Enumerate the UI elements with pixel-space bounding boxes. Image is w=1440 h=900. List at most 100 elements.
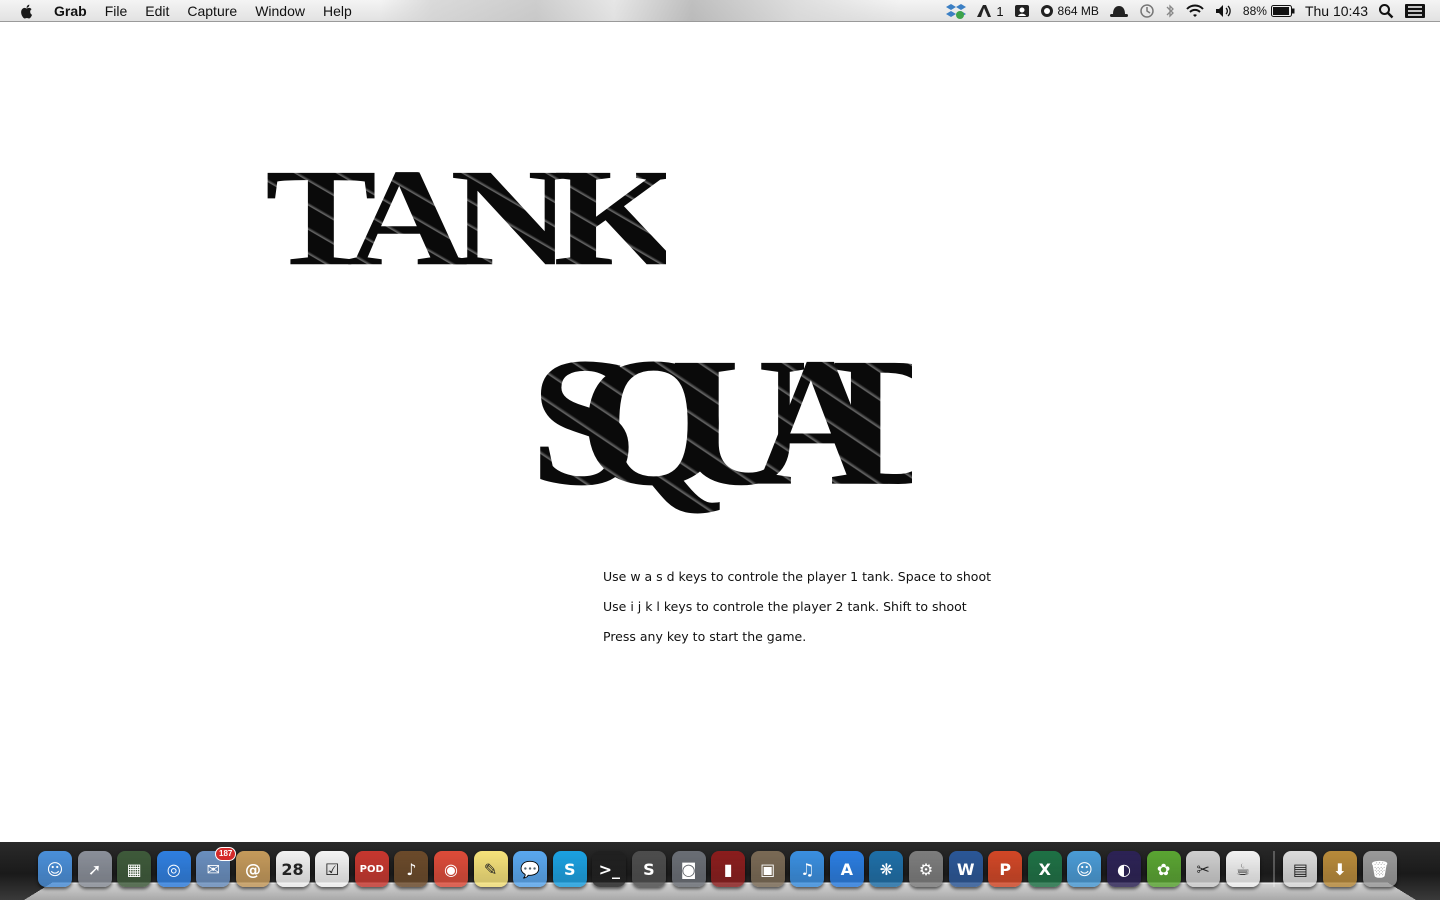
dock-separator bbox=[1273, 851, 1276, 887]
sublime-icon[interactable]: S bbox=[631, 851, 666, 887]
hat-icon[interactable] bbox=[1109, 4, 1129, 18]
memory-value: 864 MB bbox=[1057, 4, 1099, 18]
menu-capture[interactable]: Capture bbox=[187, 0, 237, 22]
java-glyph: ☕ bbox=[1235, 859, 1250, 879]
finder-glyph: ☺ bbox=[46, 859, 64, 879]
word-icon[interactable]: W bbox=[948, 851, 983, 887]
instruction-player2: Use i j k l keys to controle the player … bbox=[603, 599, 967, 614]
status-area: 1 864 MB 88% Thu 10:43 bbox=[936, 0, 1426, 22]
itunes-icon[interactable]: ♫ bbox=[790, 851, 825, 887]
trash-icon[interactable]: 🗑 bbox=[1362, 851, 1397, 887]
downloads-stack-glyph: ⬇ bbox=[1333, 859, 1347, 879]
excel-glyph: X bbox=[1038, 859, 1052, 879]
powerpoint-icon[interactable]: P bbox=[988, 851, 1023, 887]
garageband-icon[interactable]: ♪ bbox=[394, 851, 429, 887]
spotlight-search-icon[interactable] bbox=[1378, 3, 1394, 19]
powerpoint-glyph: P bbox=[999, 859, 1012, 879]
safari-icon[interactable]: ◎ bbox=[156, 851, 191, 887]
utilities-icon[interactable]: ✂ bbox=[1186, 851, 1221, 887]
java-icon[interactable]: ☕ bbox=[1225, 851, 1260, 887]
skype-glyph: S bbox=[563, 859, 576, 879]
battery-percent: 88% bbox=[1242, 4, 1267, 18]
documents-folder-glyph: ▤ bbox=[1292, 859, 1308, 879]
mail-badge: 187 bbox=[215, 847, 237, 861]
mail-icon[interactable]: ✉ 187 bbox=[196, 847, 237, 887]
stickies-icon[interactable]: ✎ bbox=[473, 851, 508, 887]
menu-file[interactable]: File bbox=[105, 0, 128, 22]
sublime-glyph: S bbox=[643, 859, 655, 879]
wifi-icon[interactable] bbox=[1185, 4, 1205, 19]
safari-glyph: ◎ bbox=[166, 859, 181, 879]
facetime-icon[interactable]: ◙ bbox=[671, 851, 706, 887]
instructions: Use w a s d keys to controle the player … bbox=[603, 568, 991, 658]
eclipse-icon[interactable]: ◐ bbox=[1107, 851, 1142, 887]
iphoto-glyph: ▣ bbox=[760, 859, 776, 879]
terminal-icon[interactable]: >_ bbox=[592, 851, 627, 887]
reminders-glyph: ☑ bbox=[324, 859, 340, 879]
podcast-app-glyph: POD bbox=[359, 863, 384, 875]
contacts-icon[interactable]: @ bbox=[235, 851, 270, 887]
game-title-tank: TANK bbox=[265, 140, 666, 295]
photo-booth-glyph: ▮ bbox=[723, 859, 733, 879]
messenger-icon[interactable]: ☺ bbox=[1067, 851, 1102, 887]
iphoto-icon[interactable]: ▣ bbox=[750, 851, 785, 887]
calendar-icon[interactable]: 28 bbox=[275, 851, 310, 887]
terminal-glyph: >_ bbox=[598, 859, 621, 879]
menu-list: Grab File Edit Capture Window Help bbox=[54, 0, 370, 22]
time-machine-icon[interactable] bbox=[1139, 3, 1155, 19]
word-glyph: W bbox=[956, 859, 975, 879]
photo-booth-icon[interactable]: ▮ bbox=[711, 851, 746, 887]
menu-help[interactable]: Help bbox=[323, 0, 352, 22]
mission-control-icon[interactable]: ▦ bbox=[117, 851, 152, 887]
excel-icon[interactable]: X bbox=[1027, 851, 1062, 887]
reminders-icon[interactable]: ☑ bbox=[315, 851, 350, 887]
documents-folder-icon[interactable]: ▤ bbox=[1283, 851, 1318, 887]
utilities-glyph: ✂ bbox=[1196, 859, 1210, 879]
sourcetree-icon[interactable]: ❋ bbox=[869, 851, 904, 887]
finder-icon[interactable]: ☺ bbox=[38, 851, 72, 887]
instruction-start: Press any key to start the game. bbox=[603, 629, 807, 644]
app-store-glyph: A bbox=[840, 859, 854, 879]
skype-icon[interactable]: S bbox=[552, 851, 587, 887]
dropbox-icon[interactable] bbox=[946, 3, 967, 19]
dock: ☺ ➚ ▦ ◎ ✉ 187 @28 ☑ POD ♪ ◉ ✎ 💬 S >_ S ◙ ▮ ▣ ♫ A ❋ ⚙ W P X ☺ ◐ ✿ ✂ ☕ ▤ ⬇… bbox=[38, 847, 1402, 891]
menu-window[interactable]: Window bbox=[255, 0, 305, 22]
clock[interactable]: Thu 10:43 bbox=[1305, 3, 1368, 19]
app-store-icon[interactable]: A bbox=[829, 851, 864, 887]
battery-status-item[interactable]: 88% bbox=[1243, 4, 1295, 18]
chrome-icon[interactable]: ◉ bbox=[433, 851, 468, 887]
podcast-app-icon[interactable]: POD bbox=[354, 851, 389, 887]
itunes-glyph: ♫ bbox=[800, 859, 815, 879]
adobe-status-item[interactable]: 1 bbox=[976, 4, 1004, 19]
apple-menu-icon[interactable] bbox=[18, 2, 36, 20]
volume-icon[interactable] bbox=[1215, 4, 1233, 18]
stickies-glyph: ✎ bbox=[483, 859, 498, 879]
launchpad-icon[interactable]: ➚ bbox=[77, 851, 112, 887]
sourcetree-glyph: ❋ bbox=[879, 859, 894, 879]
system-preferences-glyph: ⚙ bbox=[918, 859, 934, 879]
menu-bar-wallpaper-tint bbox=[380, 0, 900, 21]
menu-edit[interactable]: Edit bbox=[145, 0, 169, 22]
menu-app-grab[interactable]: Grab bbox=[54, 0, 87, 22]
notification-center-icon[interactable] bbox=[1404, 3, 1426, 19]
memory-gauge-icon bbox=[1040, 5, 1053, 17]
eclipse-glyph: ◐ bbox=[1117, 859, 1132, 879]
bluetooth-icon[interactable] bbox=[1165, 3, 1175, 19]
facetime-glyph: ◙ bbox=[680, 859, 697, 879]
system-preferences-icon[interactable]: ⚙ bbox=[909, 851, 944, 887]
messenger-glyph: ☺ bbox=[1076, 859, 1093, 879]
contacts-status-icon[interactable] bbox=[1014, 4, 1030, 18]
messages-glyph: 💬 bbox=[520, 859, 541, 879]
messages-icon[interactable]: 💬 bbox=[513, 851, 548, 887]
evernote-glyph: ✿ bbox=[1156, 859, 1171, 879]
contacts-glyph: @ bbox=[244, 859, 261, 879]
mission-control-glyph: ▦ bbox=[126, 859, 142, 879]
adobe-icon bbox=[977, 5, 992, 17]
memory-status-item[interactable]: 864 MB bbox=[1040, 4, 1099, 18]
calendar-glyph: 28 bbox=[281, 859, 304, 879]
menu-bar: Grab File Edit Capture Window Help 1 864… bbox=[0, 0, 1440, 22]
downloads-stack-icon[interactable]: ⬇ bbox=[1323, 851, 1357, 887]
evernote-icon[interactable]: ✿ bbox=[1146, 851, 1181, 887]
mail-glyph: ✉ bbox=[206, 859, 221, 879]
garageband-glyph: ♪ bbox=[406, 859, 417, 879]
